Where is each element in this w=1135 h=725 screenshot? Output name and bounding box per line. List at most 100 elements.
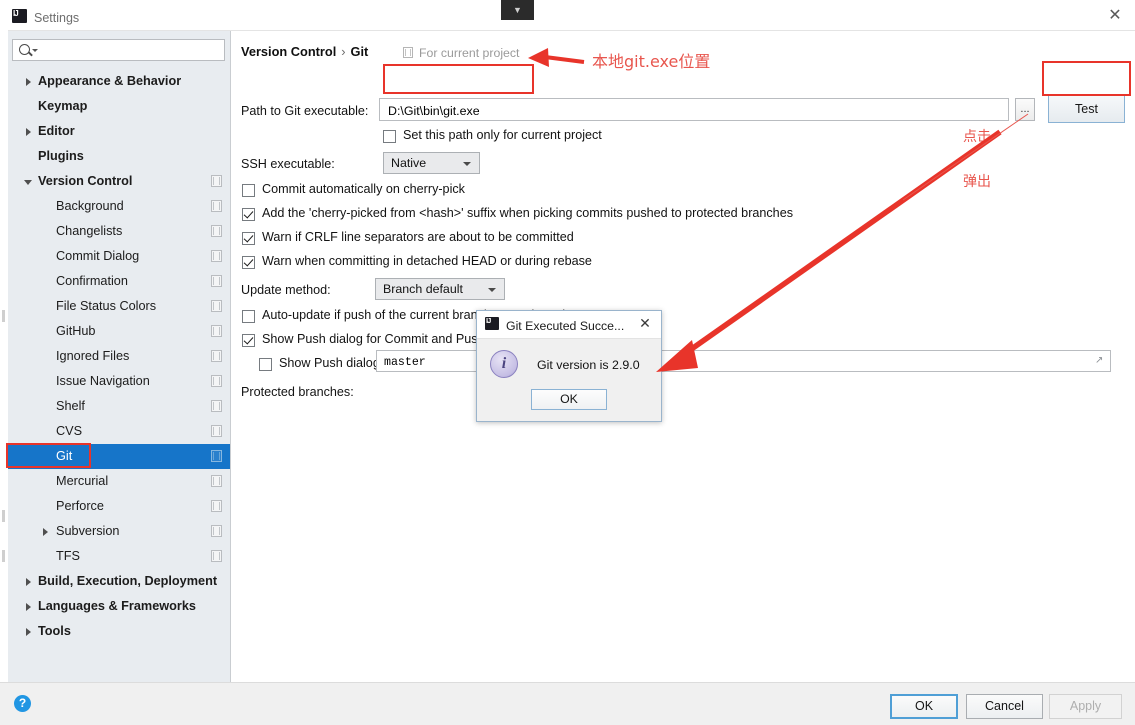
- settings-tree: Appearance & Behavior Keymap Editor Plugins…: [8, 69, 230, 644]
- sidebar-item-label: Shelf: [56, 399, 85, 413]
- sidebar-item-tfs[interactable]: TFS: [8, 544, 230, 569]
- chevron-down-icon: [463, 162, 471, 166]
- git-executed-dialog: Git Executed Succe... ✕ Git version is 2…: [476, 310, 662, 422]
- sidebar-item-issue-navigation[interactable]: Issue Navigation: [8, 369, 230, 394]
- auto-update-rejected-checkbox[interactable]: [242, 310, 255, 323]
- show-push-only-protected-checkbox[interactable]: [259, 358, 272, 371]
- chevron-right-icon[interactable]: [24, 127, 34, 137]
- expand-icon[interactable]: ↗: [1095, 356, 1106, 367]
- warn-crlf-checkbox[interactable]: [242, 232, 255, 245]
- sidebar-item-commit-dialog[interactable]: Commit Dialog: [8, 244, 230, 269]
- config-marker-icon: [211, 300, 222, 312]
- update-method-value: Branch default: [383, 282, 463, 296]
- sidebar-item-changelists[interactable]: Changelists: [8, 219, 230, 244]
- sidebar-item-label: Languages & Frameworks: [38, 599, 196, 613]
- show-push-dialog-label: Show Push dialog for Commit and Push: [262, 332, 485, 346]
- sidebar-item-subversion[interactable]: Subversion: [8, 519, 230, 544]
- close-icon[interactable]: ✕: [1105, 8, 1125, 26]
- sidebar-item-mercurial[interactable]: Mercurial: [8, 469, 230, 494]
- sidebar-item-github[interactable]: GitHub: [8, 319, 230, 344]
- sidebar-item-cvs[interactable]: CVS: [8, 419, 230, 444]
- config-marker-icon: [211, 450, 222, 462]
- close-icon[interactable]: ✕: [637, 316, 653, 332]
- sidebar-item-editor[interactable]: Editor: [8, 119, 230, 144]
- info-icon: [490, 350, 518, 378]
- breadcrumb-parent[interactable]: Version Control: [241, 44, 336, 59]
- ssh-executable-select[interactable]: Native: [383, 152, 480, 174]
- sidebar-item-version-control[interactable]: Version Control: [8, 169, 230, 194]
- sidebar-item-appearance-behavior[interactable]: Appearance & Behavior: [8, 69, 230, 94]
- dialog-message: Git version is 2.9.0: [537, 358, 640, 372]
- show-push-dialog-checkbox[interactable]: [242, 334, 255, 347]
- chevron-down-icon[interactable]: [32, 49, 38, 52]
- git-path-input[interactable]: [386, 102, 1000, 120]
- sidebar-item-plugins[interactable]: Plugins: [8, 144, 230, 169]
- sidebar-item-label: File Status Colors: [56, 299, 157, 313]
- ok-button[interactable]: OK: [890, 694, 958, 719]
- ssh-executable-value: Native: [391, 156, 427, 170]
- search-icon: [19, 44, 30, 55]
- sidebar-item-shelf[interactable]: Shelf: [8, 394, 230, 419]
- commit-auto-cherry-pick-checkbox[interactable]: [242, 184, 255, 197]
- sidebar-item-confirmation[interactable]: Confirmation: [8, 269, 230, 294]
- sidebar-item-label: Keymap: [38, 99, 88, 113]
- config-marker-icon: [211, 525, 222, 537]
- sidebar-item-background[interactable]: Background: [8, 194, 230, 219]
- chevron-right-icon[interactable]: [24, 602, 34, 612]
- sidebar-item-perforce[interactable]: Perforce: [8, 494, 230, 519]
- update-method-select[interactable]: Branch default: [375, 278, 505, 300]
- window-title: Settings: [34, 11, 80, 25]
- config-marker-icon: [211, 400, 222, 412]
- protected-branches-label: Protected branches:: [241, 385, 354, 399]
- config-marker-icon: [211, 550, 222, 562]
- apply-button: Apply: [1049, 694, 1122, 719]
- chevron-right-icon[interactable]: [24, 577, 34, 587]
- sidebar-item-label: Subversion: [56, 524, 120, 538]
- set-path-only-checkbox[interactable]: [383, 130, 396, 143]
- footer-bar: ? OK Cancel Apply: [0, 682, 1135, 725]
- help-icon[interactable]: ?: [14, 695, 31, 712]
- for-current-project-label: For current project: [403, 46, 520, 60]
- chevron-right-icon[interactable]: [24, 627, 34, 637]
- sidebar-item-ignored-files[interactable]: Ignored Files: [8, 344, 230, 369]
- sidebar-item-languages-frameworks[interactable]: Languages & Frameworks: [8, 594, 230, 619]
- sidebar-item-label: Plugins: [38, 149, 84, 163]
- warn-detached-head-checkbox[interactable]: [242, 256, 255, 269]
- sidebar-item-label: Git: [56, 449, 73, 463]
- breadcrumb-separator: ›: [341, 44, 346, 59]
- chevron-right-icon[interactable]: [24, 77, 34, 87]
- settings-sidebar: Appearance & Behavior Keymap Editor Plugins…: [8, 31, 231, 682]
- search-input[interactable]: [41, 42, 223, 60]
- config-marker-icon: [211, 500, 222, 512]
- search-box[interactable]: [12, 39, 225, 61]
- settings-window: Settings ▼ ✕ Appearance & Behavior Keymap…: [0, 0, 1135, 725]
- dialog-title: Git Executed Succe...: [506, 319, 625, 333]
- sidebar-item-tools[interactable]: Tools: [8, 619, 230, 644]
- browse-button[interactable]: ...: [1015, 98, 1035, 121]
- path-to-git-label: Path to Git executable:: [241, 104, 369, 118]
- config-marker-icon: [211, 475, 222, 487]
- dialog-ok-button[interactable]: OK: [531, 389, 607, 410]
- config-marker-icon: [211, 350, 222, 362]
- update-method-label: Update method:: [241, 283, 331, 297]
- sidebar-item-build-execution-deployment[interactable]: Build, Execution, Deployment: [8, 569, 230, 594]
- project-icon: [403, 47, 413, 58]
- for-current-project-text: For current project: [419, 46, 520, 60]
- test-button[interactable]: Test: [1048, 95, 1125, 123]
- config-marker-icon: [211, 375, 222, 387]
- config-marker-icon: [211, 250, 222, 262]
- sidebar-item-git[interactable]: Git: [8, 444, 230, 469]
- commit-auto-cherry-pick-label: Commit automatically on cherry-pick: [262, 182, 465, 196]
- sidebar-item-keymap[interactable]: Keymap: [8, 94, 230, 119]
- chevron-down-icon[interactable]: ▼: [501, 0, 534, 20]
- git-path-field[interactable]: [379, 98, 1009, 121]
- sidebar-item-label: Version Control: [38, 174, 133, 188]
- chevron-down-icon[interactable]: [24, 177, 34, 187]
- sidebar-item-file-status-colors[interactable]: File Status Colors: [8, 294, 230, 319]
- dialog-title-bar: Git Executed Succe... ✕: [477, 311, 661, 339]
- add-cherry-picked-suffix-checkbox[interactable]: [242, 208, 255, 221]
- sidebar-item-label: Commit Dialog: [56, 249, 140, 263]
- sidebar-item-label: Appearance & Behavior: [38, 74, 182, 88]
- cancel-button[interactable]: Cancel: [966, 694, 1043, 719]
- chevron-right-icon[interactable]: [41, 527, 51, 537]
